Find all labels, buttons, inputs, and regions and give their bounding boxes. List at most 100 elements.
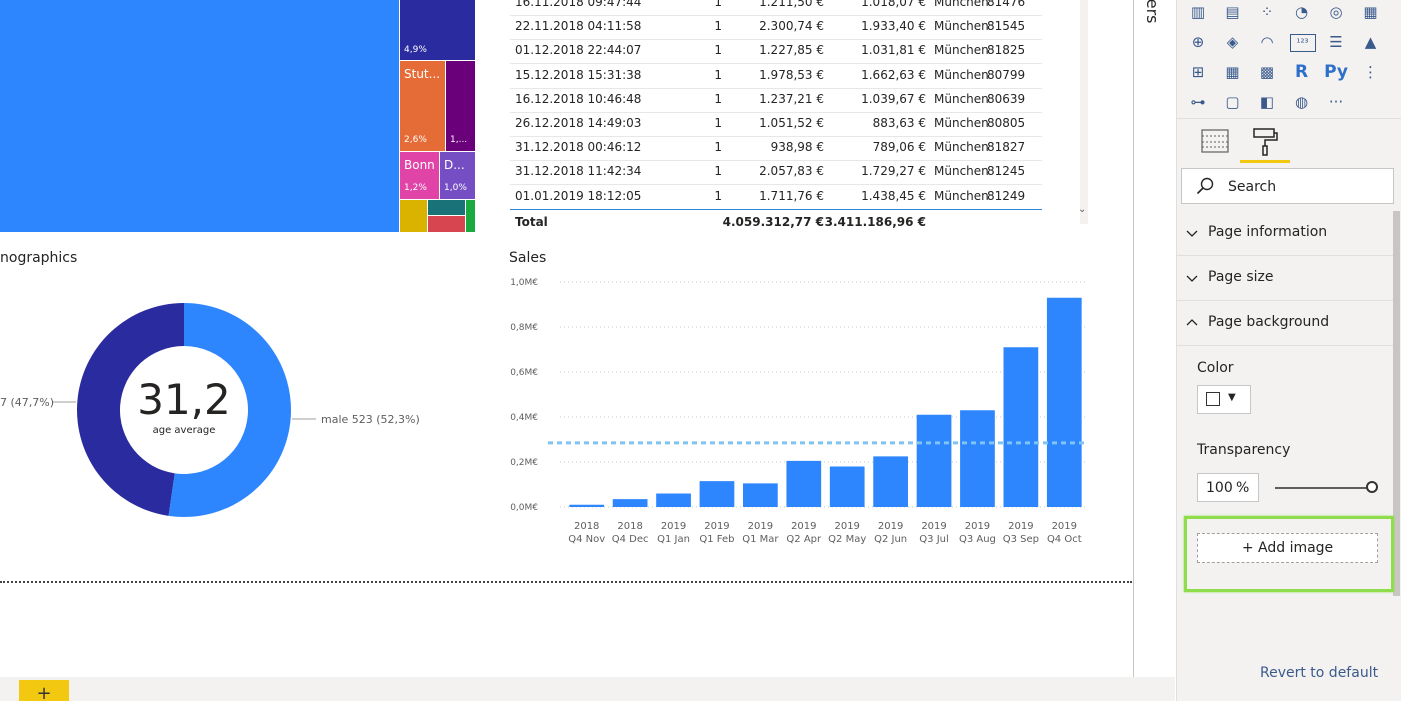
table-row[interactable]: 01.12.2018 22:44:07 1 1.227,85 €1.031,81 €… (510, 39, 1042, 65)
section-page-size[interactable]: Page size (1176, 256, 1393, 301)
globe-map-icon[interactable]: ⊕ (1186, 30, 1210, 54)
transparency-slider-thumb[interactable] (1366, 481, 1378, 493)
table-row[interactable]: 31.12.2018 11:42:34 1 2.057,83 €1.729,27 €… (510, 160, 1042, 186)
pane-scrollbar[interactable] (1393, 211, 1400, 596)
report-canvas: 4,9% Stut... 2,6% 1,... Bonn 1,2% D... 1,0% 16.… (0, 0, 1133, 677)
table-row[interactable]: 16.11.2018 09:47:44 1 1.211,50 €1.018,07 €… (510, 0, 1042, 16)
table-row[interactable]: 15.12.2018 15:31:38 1 1.978,53 €1.662,63 €… (510, 64, 1042, 89)
clustered-column-icon[interactable]: ▤ (1221, 0, 1245, 24)
format-tab[interactable] (1250, 126, 1280, 156)
treemap-tile[interactable]: Bonn 1,2% (399, 151, 440, 200)
section-page-background[interactable]: Page background (1176, 301, 1393, 346)
r-visual-icon[interactable]: R (1290, 60, 1314, 84)
sales-bar[interactable] (699, 481, 735, 507)
treemap-icon[interactable]: ▦ (1359, 0, 1383, 24)
x-tick-label: 2019 (1008, 521, 1033, 532)
multirow-card-icon[interactable]: ☰ (1324, 30, 1348, 54)
filters-pane-label[interactable]: lters (1143, 0, 1162, 23)
pie-icon[interactable]: ◔ (1290, 0, 1314, 24)
add-page-button[interactable]: + (19, 680, 69, 701)
treemap-tile[interactable] (427, 199, 466, 216)
search-input[interactable] (1226, 175, 1390, 199)
table-row[interactable]: 01.01.2019 18:12:05 1 1.711,76 €1.438,45 €… (510, 185, 1042, 210)
x-tick-label: 2019 (965, 521, 990, 532)
sales-bar[interactable] (829, 466, 865, 508)
qa-icon[interactable]: ▢ (1221, 90, 1245, 114)
sales-bar[interactable] (1003, 347, 1039, 507)
treemap-tile[interactable] (465, 199, 476, 233)
x-tick-label: 2019 (921, 521, 946, 532)
treemap-tile[interactable] (399, 199, 428, 233)
sales-bar-chart[interactable]: 0,0M€ 0,2M€ 0,4M€ 0,6M€ 0,8M€ 1,0M€ 2018 Q4 Nov… (500, 270, 1100, 560)
treemap-tile[interactable]: 4,9% (399, 0, 476, 62)
table-row[interactable]: 31.12.2018 00:46:12 1 938,98 €789,06 € Münc… (510, 136, 1042, 162)
arcgis-icon[interactable]: ◍ (1290, 90, 1314, 114)
treemap-tile[interactable] (427, 215, 466, 233)
treemap-tile[interactable] (0, 0, 401, 233)
sales-bar[interactable] (873, 456, 908, 507)
custom-visual-icon[interactable]: ◧ (1255, 90, 1279, 114)
x-tick-label: 2019 (704, 521, 729, 532)
donut-right-label: male 523 (52,3%) (321, 413, 420, 426)
transparency-value: 100 (1206, 480, 1233, 496)
sales-bar[interactable] (786, 460, 822, 507)
treemap-visual[interactable]: 4,9% Stut... 2,6% 1,... Bonn 1,2% D... 1,0% (0, 0, 476, 233)
transparency-input[interactable]: 100 % (1197, 473, 1259, 502)
transparency-slider[interactable] (1275, 487, 1373, 489)
table-row[interactable]: 22.11.2018 04:11:58 1 2.300,74 €1.933,40 €… (510, 15, 1042, 41)
revert-to-default-link[interactable]: Revert to default (1260, 665, 1378, 681)
color-picker[interactable]: ▼ (1197, 385, 1251, 414)
sales-bar[interactable] (1046, 297, 1082, 507)
filled-map-icon[interactable]: ◈ (1221, 30, 1245, 54)
table-cell-date: 31.12.2018 00:46:12 (515, 140, 642, 155)
stacked-bar-icon[interactable]: ▥ (1186, 0, 1210, 24)
demographics-donut-chart[interactable]: 31,2 age average 7 (47,7%) male 523 (52,… (0, 280, 480, 540)
chevron-down-icon (1186, 275, 1198, 282)
table-cell-zip: 81545 (987, 19, 1026, 34)
donut-icon[interactable]: ◎ (1324, 0, 1348, 24)
table-cell-gross: 2.300,74 € (759, 19, 824, 34)
table-cell-zip: 80799 (987, 67, 1026, 82)
paint-roller-icon (1253, 128, 1278, 156)
sales-bar[interactable] (612, 499, 648, 507)
gauge-icon[interactable]: ◠ (1255, 30, 1279, 54)
table-scrollbar[interactable] (1080, 0, 1088, 224)
table-cell-city: München (934, 91, 989, 106)
search-icon (1196, 177, 1214, 195)
matrix-icon[interactable]: ▩ (1255, 60, 1279, 84)
scatter-icon[interactable]: ⁘ (1255, 0, 1279, 24)
table-row[interactable]: 26.12.2018 14:49:03 1 1.051,52 €883,63 € Mü… (510, 112, 1042, 137)
sales-bar[interactable] (656, 493, 691, 508)
more-visuals-icon[interactable]: ··· (1324, 90, 1348, 114)
sales-bar[interactable] (743, 483, 778, 507)
card-icon[interactable]: ¹²³ (1289, 34, 1316, 52)
sales-bar[interactable] (916, 414, 952, 507)
table-cell-net: 1.018,07 € (861, 0, 926, 9)
treemap-tile[interactable]: D... 1,0% (439, 151, 476, 200)
filters-pane[interactable] (1133, 0, 1176, 677)
section-page-information[interactable]: Page information (1176, 211, 1393, 256)
table-cell-date: 15.12.2018 15:31:38 (515, 67, 642, 82)
caret-down-icon: ▼ (1228, 392, 1236, 403)
treemap-tile-percent: 1,2% (404, 183, 427, 193)
table-cell-city: München (934, 19, 989, 34)
slicer-icon[interactable]: ⊞ (1186, 60, 1210, 84)
decomposition-tree-icon[interactable]: ⊶ (1186, 90, 1210, 114)
kpi-icon[interactable]: ▲ (1359, 30, 1383, 54)
fields-tab[interactable] (1200, 126, 1230, 156)
table-cell-net: 1.729,27 € (861, 164, 926, 179)
sales-bar[interactable] (960, 410, 995, 507)
x-tick-label: 2019 (878, 521, 903, 532)
treemap-tile[interactable]: Stut... 2,6% (399, 60, 446, 152)
table-icon[interactable]: ▦ (1221, 60, 1245, 84)
treemap-tile[interactable]: 1,... (445, 60, 476, 152)
sales-bar[interactable] (569, 504, 605, 507)
scroll-down-icon[interactable]: ⌄ (1078, 204, 1086, 215)
key-influencers-icon[interactable]: ⋮ (1359, 60, 1383, 84)
python-visual-icon[interactable]: Py (1324, 60, 1348, 84)
table-row[interactable]: 16.12.2018 10:46:48 1 1.237,21 €1.039,67 €… (510, 88, 1042, 113)
x-tick-label: 2019 (748, 521, 773, 532)
table-cell-gross: 1.227,85 € (759, 43, 824, 58)
add-image-button[interactable]: + Add image (1197, 533, 1378, 563)
format-search-box[interactable] (1181, 168, 1394, 204)
